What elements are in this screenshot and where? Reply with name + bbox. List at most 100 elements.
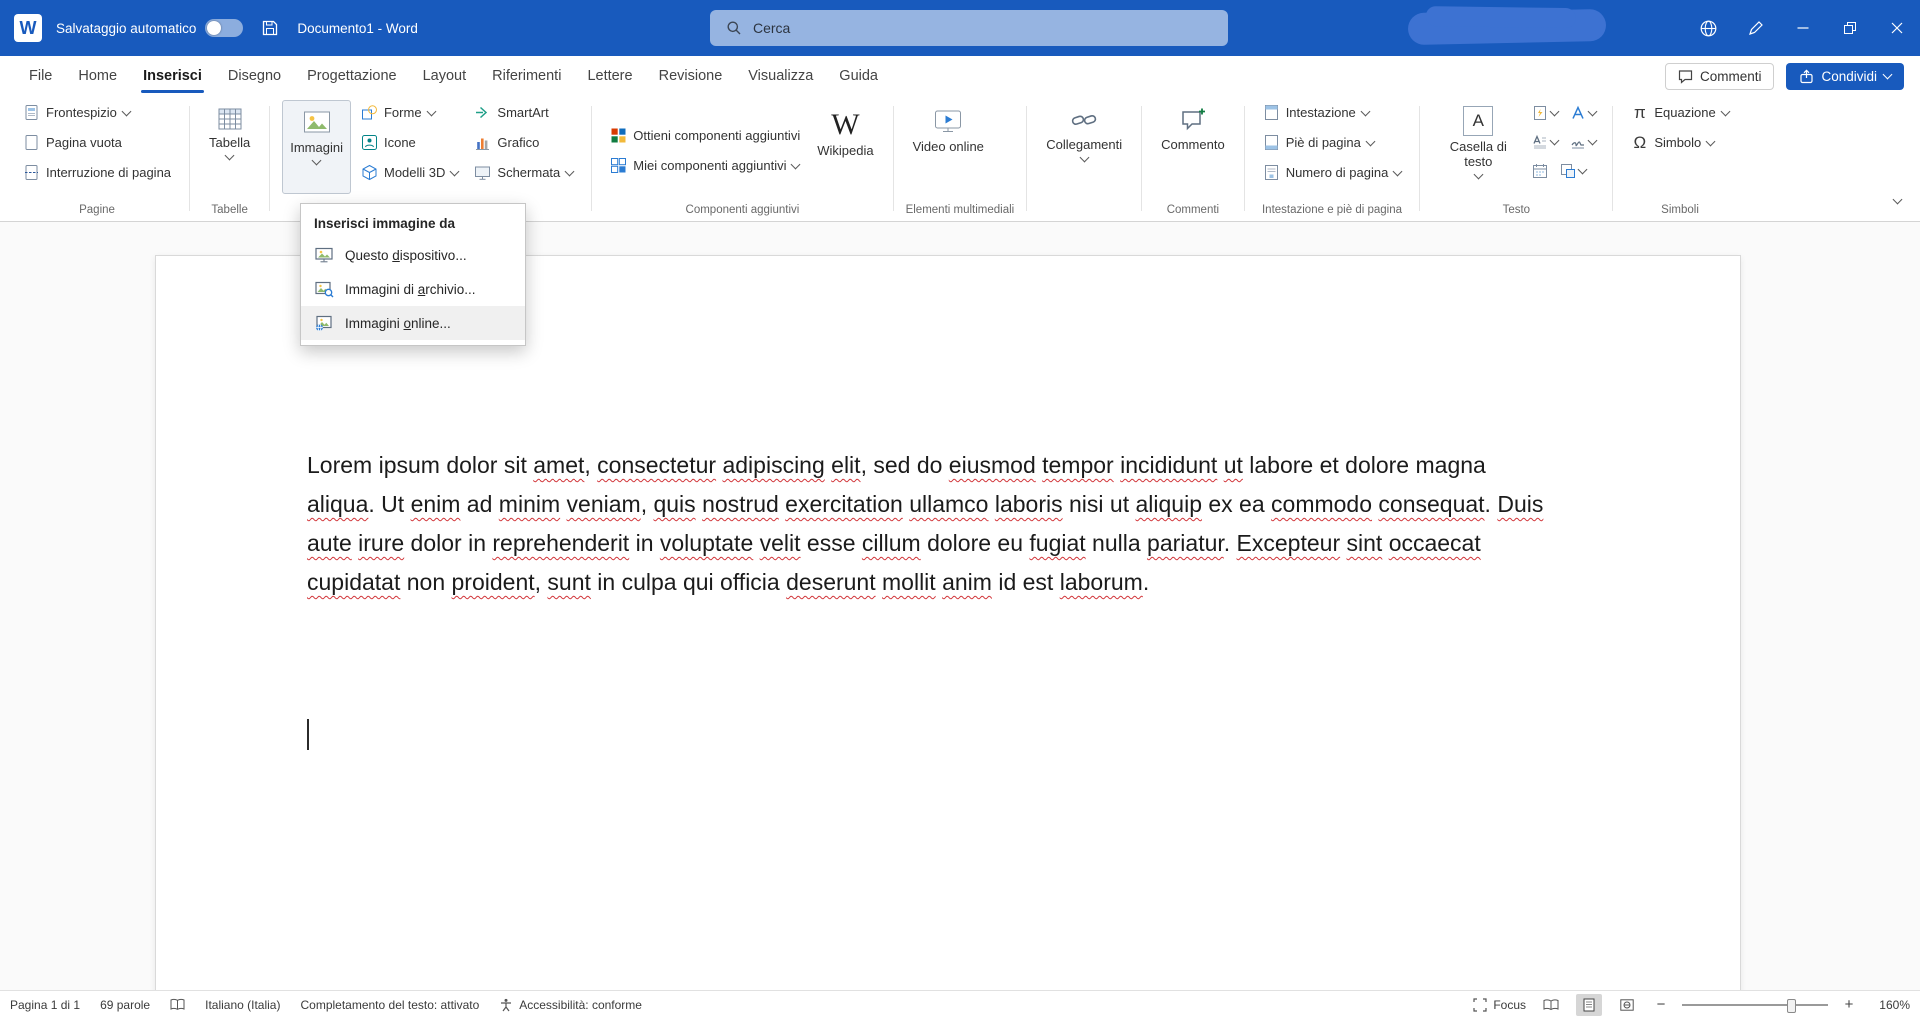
page-break-button[interactable]: Interruzione di pagina [17,160,177,185]
wikipedia-button[interactable]: W Wikipedia [810,104,880,198]
page-indicator[interactable]: Pagina 1 di 1 [10,998,80,1012]
wordart-button[interactable] [1566,102,1600,124]
blank-page-button[interactable]: Pagina vuota [17,130,177,155]
misspelled-word: pariatur [1147,530,1224,556]
tab-visualizza[interactable]: Visualizza [735,56,826,96]
ribbon-tab-row: File Home Inserisci Disegno Progettazion… [0,56,1920,96]
chevron-down-icon [1550,136,1560,146]
tab-file[interactable]: File [16,56,65,96]
web-layout-button[interactable] [1614,994,1640,1016]
text-box-button[interactable]: A Casella di testo [1432,100,1524,194]
drop-cap-button[interactable] [1528,131,1562,153]
tab-layout[interactable]: Layout [410,56,480,96]
inking-pen-icon[interactable] [1732,0,1779,56]
read-mode-button[interactable] [1538,994,1564,1016]
equation-button[interactable]: π Equazione [1625,100,1734,125]
zoom-slider-knob[interactable] [1787,999,1796,1013]
misspelled-word: enim [411,491,461,517]
get-add-ins-button[interactable]: Ottieni componenti aggiuntivi [604,123,806,148]
close-button[interactable] [1873,0,1920,56]
proofing-errors-icon[interactable] [170,998,185,1011]
smartart-button[interactable]: SmartArt [468,100,579,125]
misspelled-word: ullamco [909,491,988,517]
tab-progettazione[interactable]: Progettazione [294,56,409,96]
links-button[interactable]: Collegamenti [1039,100,1129,194]
signature-line-button[interactable] [1566,131,1600,153]
date-time-button[interactable] [1528,160,1552,182]
autosave-control[interactable]: Salvataggio automatico [56,19,243,37]
zoom-slider[interactable] [1682,1004,1828,1006]
menu-item-this-device[interactable]: Questo dispositivo... [301,238,525,272]
object-button[interactable] [1556,160,1590,182]
my-add-ins-button[interactable]: Miei componenti aggiuntivi [604,153,806,178]
zoom-out-button[interactable]: − [1652,996,1670,1013]
misspelled-word: amet [533,452,584,478]
group-label-collegamenti [1039,201,1129,221]
online-video-icon [933,106,963,136]
tab-inserisci[interactable]: Inserisci [130,56,215,96]
object-icon [1560,163,1576,179]
shapes-button[interactable]: Forme [355,100,464,125]
wikipedia-icon: W [831,110,859,140]
save-button[interactable] [257,15,283,41]
table-icon [217,106,243,132]
screenshot-button[interactable]: Schermata [468,160,579,185]
zoom-in-button[interactable]: + [1840,996,1858,1013]
misspelled-word: sunt [547,569,590,595]
document-page[interactable]: Lorem ipsum dolor sit amet, consectetur … [155,255,1741,990]
group-separator [1244,106,1245,211]
quick-parts-button[interactable] [1528,102,1562,124]
document-canvas[interactable]: Lorem ipsum dolor sit amet, consectetur … [0,222,1920,990]
table-button[interactable]: Tabella [202,100,257,194]
language-indicator[interactable]: Italiano (Italia) [205,998,280,1012]
share-button[interactable]: Condividi [1786,63,1904,90]
tab-home[interactable]: Home [65,56,130,96]
accessibility-status[interactable]: Accessibilità: conforme [499,998,642,1012]
menu-item-online-pictures[interactable]: Immagini online... [301,306,525,340]
word-count[interactable]: 69 parole [100,998,150,1012]
menu-item-stock-images[interactable]: Immagini di archivio... [301,272,525,306]
misspelled-word: nostrud [702,491,779,517]
insert-picture-menu-title: Inserisci immagine da [301,207,525,238]
zoom-level[interactable]: 160% [1870,998,1910,1012]
footer-icon [1263,134,1280,151]
header-icon [1263,104,1280,121]
tab-guida[interactable]: Guida [826,56,891,96]
tab-riferimenti[interactable]: Riferimenti [479,56,574,96]
chevron-down-icon [1365,136,1375,146]
tab-disegno[interactable]: Disegno [215,56,294,96]
signature-line-icon [1570,134,1586,150]
collapse-ribbon-button[interactable] [1889,185,1906,213]
misspelled-word: fugiat [1029,530,1085,556]
autosave-toggle[interactable] [205,19,243,37]
minimize-button[interactable] [1779,0,1826,56]
new-comment-button[interactable]: Commento [1154,100,1232,194]
header-button[interactable]: Intestazione [1257,100,1408,125]
online-video-button[interactable]: Video online [906,100,991,194]
tab-lettere[interactable]: Lettere [574,56,645,96]
word-app-icon[interactable]: W [14,14,42,42]
globe-icon[interactable] [1685,0,1732,56]
ribbon-group-elementi-multimediali: Video online Elementi multimediali [895,96,1026,221]
icons-button[interactable]: Icone [355,130,464,155]
cover-page-button[interactable]: Frontespizio [17,100,177,125]
restore-button[interactable] [1826,0,1873,56]
pictures-button[interactable]: Immagini [282,100,351,194]
word-app-letter: W [20,18,37,39]
search-box[interactable]: Cerca [710,10,1228,46]
new-comment-icon [1179,106,1207,134]
page-number-button[interactable]: Numero di pagina [1257,160,1408,185]
footer-button[interactable]: Piè di pagina [1257,130,1408,155]
chart-button[interactable]: Grafico [468,130,579,155]
focus-button[interactable]: Focus [1473,998,1526,1012]
comments-button[interactable]: Commenti [1665,63,1775,90]
3d-models-button[interactable]: Modelli 3D [355,160,464,185]
tab-revisione[interactable]: Revisione [646,56,736,96]
misspelled-word: elit [831,452,860,478]
print-layout-button[interactable] [1576,994,1602,1016]
symbol-button[interactable]: Ω Simbolo [1625,130,1734,155]
comments-button-label: Commenti [1700,69,1762,84]
text-prediction-status[interactable]: Completamento del testo: attivato [300,998,479,1012]
misspelled-word: veniam [567,491,641,517]
group-separator [1419,106,1420,211]
